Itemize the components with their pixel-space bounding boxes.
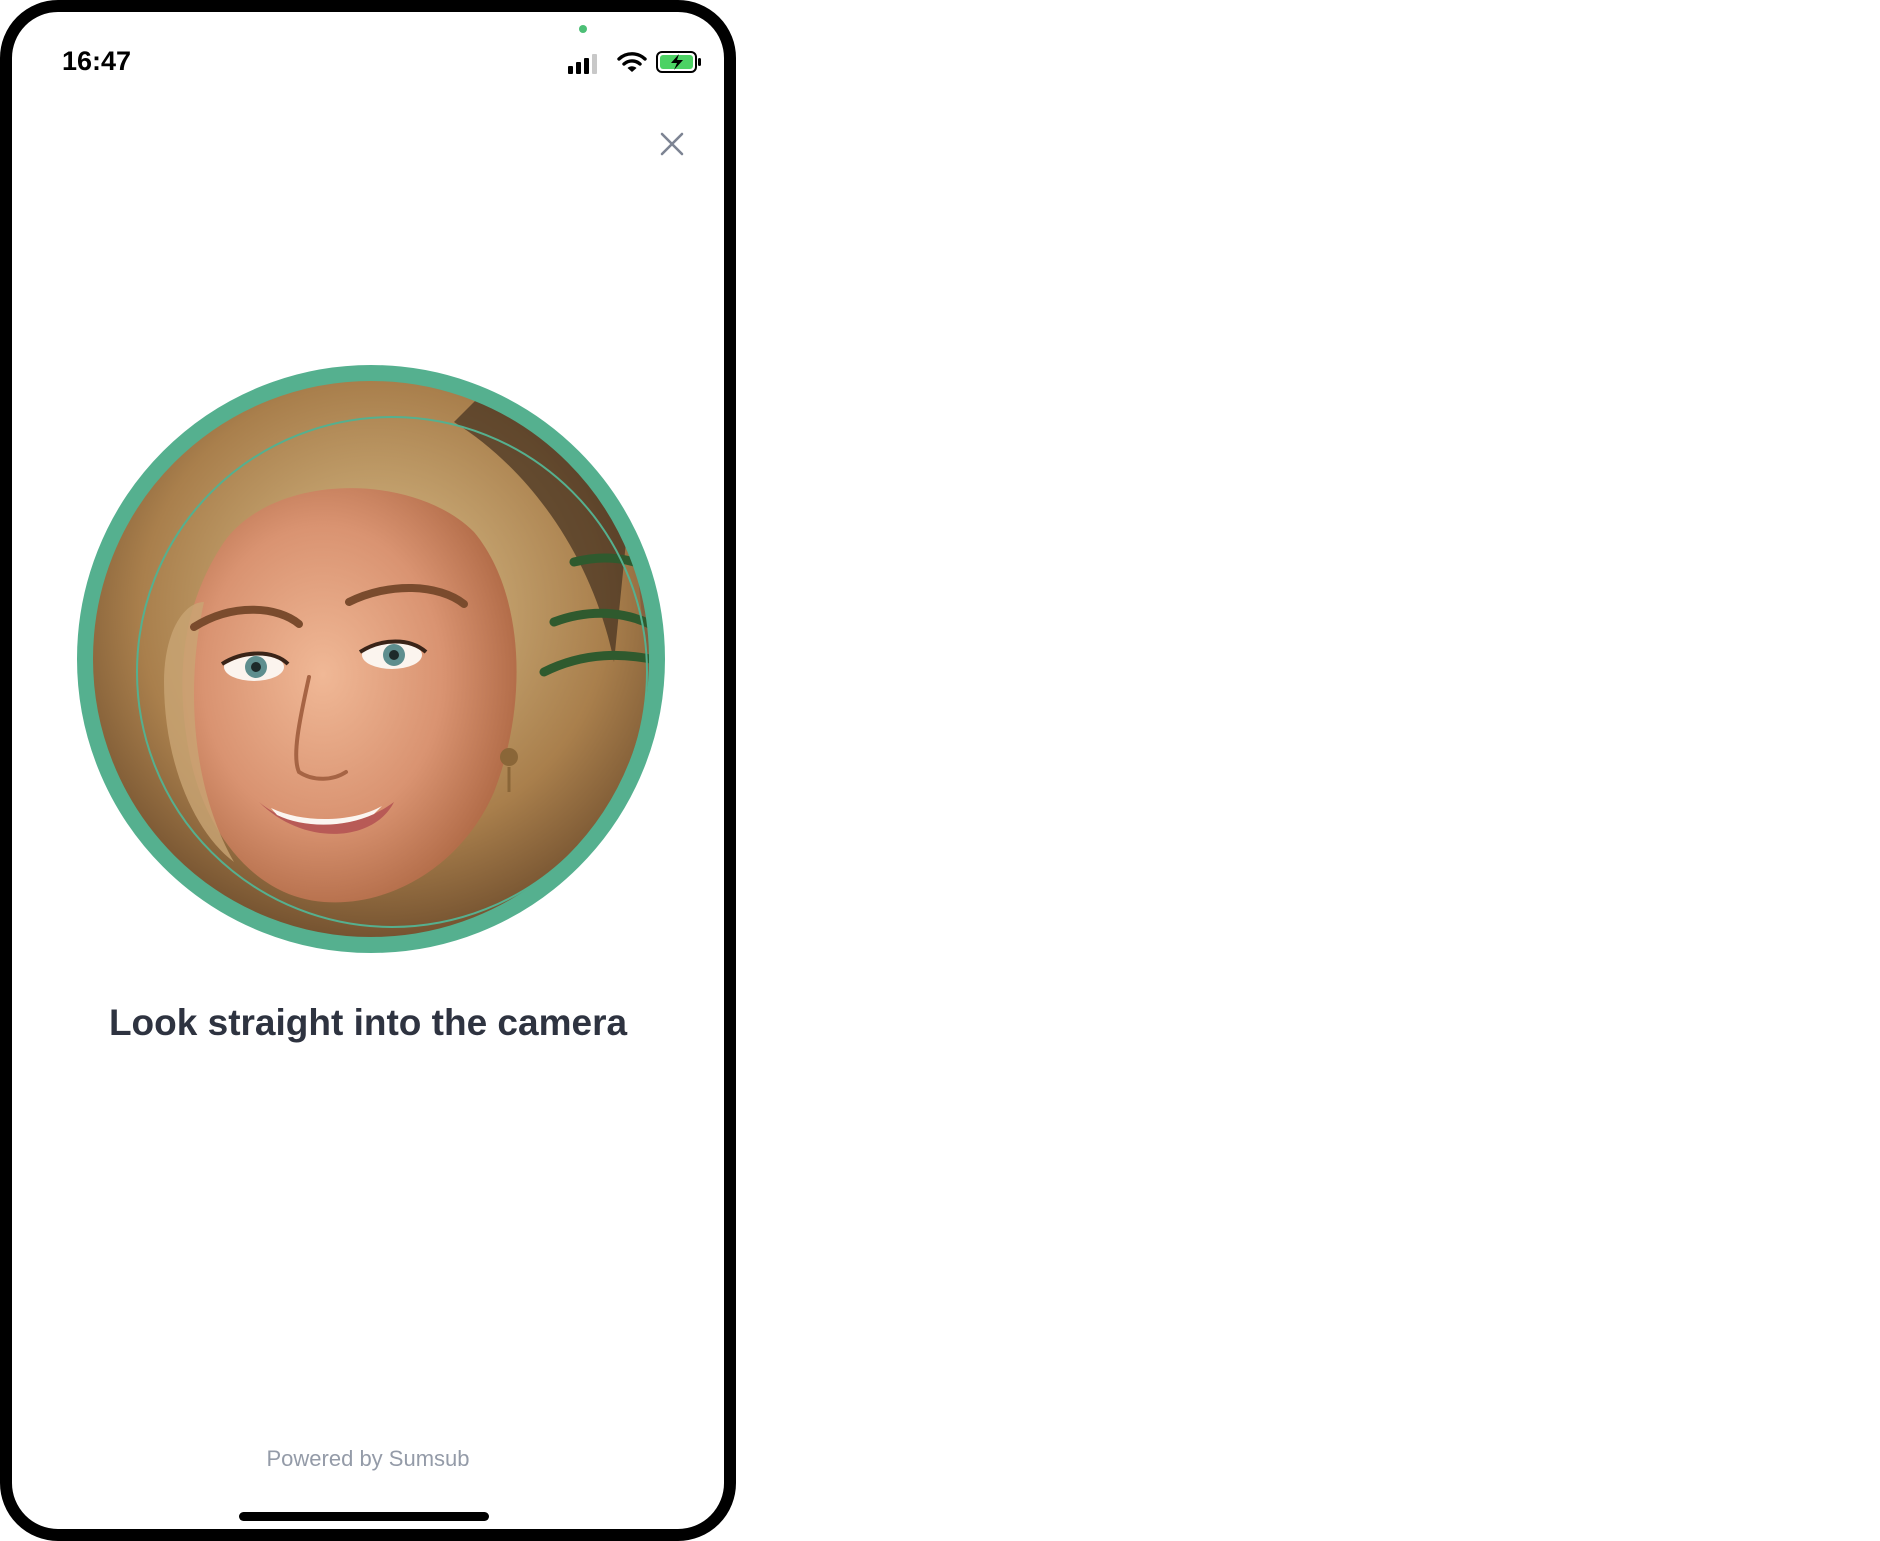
battery-charging-icon: [656, 51, 701, 73]
close-icon: [660, 132, 684, 156]
home-indicator[interactable]: [239, 1512, 489, 1521]
status-time: 16:47: [62, 46, 132, 76]
phone-frame: 16:47 Look straight into the camera Powe…: [0, 0, 736, 1541]
powered-by-label: Powered by Sumsub: [266, 1446, 470, 1471]
signal-icon: [568, 54, 597, 74]
face-capture-frame: [74, 362, 668, 956]
camera-indicator-dot: [579, 25, 587, 33]
close-button[interactable]: [650, 122, 694, 166]
status-bar: 16:47: [12, 12, 724, 92]
wifi-icon: [617, 52, 647, 72]
instruction-text: Look straight into the camera: [108, 1002, 628, 1043]
face-camera-preview: [77, 365, 665, 953]
